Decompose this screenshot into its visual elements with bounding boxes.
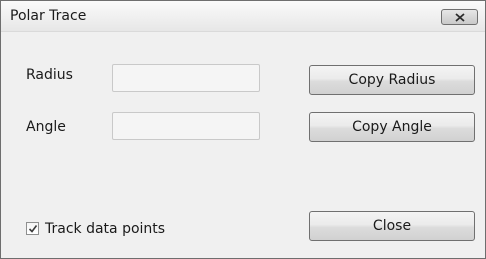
checkmark-icon: [28, 225, 38, 233]
angle-label: Angle: [26, 119, 66, 135]
radius-label: Radius: [26, 67, 73, 83]
window-title: Polar Trace: [10, 8, 87, 24]
close-icon: [455, 13, 465, 22]
window-close-button[interactable]: [441, 9, 478, 25]
track-data-points-checkbox[interactable]: [26, 222, 39, 235]
close-button[interactable]: Close: [309, 211, 475, 241]
radius-field[interactable]: [112, 64, 260, 92]
angle-field[interactable]: [112, 112, 260, 140]
copy-angle-button[interactable]: Copy Angle: [309, 112, 475, 142]
track-data-points-label: Track data points: [45, 221, 166, 237]
copy-radius-button[interactable]: Copy Radius: [309, 65, 475, 95]
title-bar: Polar Trace: [1, 1, 485, 32]
polar-trace-dialog: Polar Trace Radius Angle Copy Radius Cop…: [0, 0, 486, 259]
